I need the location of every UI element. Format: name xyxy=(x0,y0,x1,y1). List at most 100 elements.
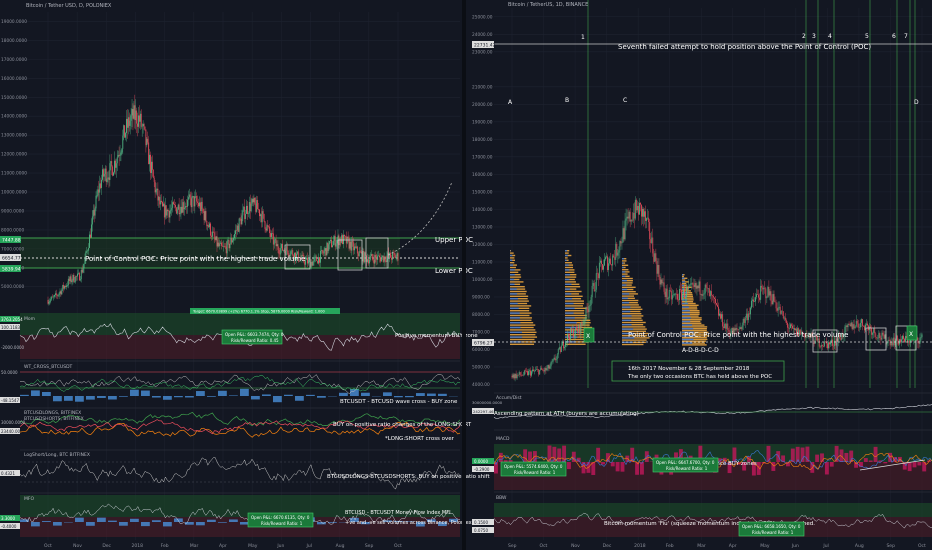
candle-body xyxy=(835,340,837,346)
candle-body xyxy=(759,297,761,300)
candle-body xyxy=(217,242,219,247)
volume-profile-bar xyxy=(682,274,684,276)
candle-body xyxy=(918,343,920,344)
candle-body xyxy=(324,248,326,251)
candle-body xyxy=(905,336,906,343)
log-badge-text: 0.4321 xyxy=(1,471,15,476)
candle-body xyxy=(879,333,881,338)
left-indicator-momentum[interactable]: Mom -2000.0000 Positive momentum BUY zon… xyxy=(0,308,478,359)
candle-body xyxy=(115,163,117,168)
candle-body xyxy=(587,309,589,313)
candle-body xyxy=(197,201,199,203)
candle-body xyxy=(159,196,161,205)
candle-body xyxy=(307,259,309,264)
candle-body xyxy=(64,286,66,289)
candle-body xyxy=(608,263,609,271)
volume-profile-bar xyxy=(682,338,694,341)
candle-body xyxy=(670,290,672,300)
candle-body xyxy=(780,310,782,314)
candle-body xyxy=(223,246,224,247)
histogram-bar xyxy=(31,522,40,527)
left-price-axis[interactable]: 19000.0000 18000.0000 17000.0000 16000.0000… xyxy=(1,19,27,290)
candle-body xyxy=(72,274,74,281)
candle-body xyxy=(127,117,129,128)
macd-rr-text-2: Risk/Reward Ratio: 1 xyxy=(666,466,708,471)
volume-profile-bar xyxy=(622,299,639,302)
bbw-red-zone xyxy=(494,517,932,537)
ad-tick: 30000000.0000 xyxy=(472,400,503,405)
candle-body xyxy=(591,285,593,298)
histogram-bar xyxy=(207,396,216,397)
candle-body xyxy=(283,250,284,251)
volume-profile-bar xyxy=(510,269,515,271)
histogram-bar xyxy=(97,396,106,398)
histogram-bar xyxy=(75,396,84,402)
candle-body xyxy=(664,291,666,298)
candle-body xyxy=(86,250,88,252)
candle-body xyxy=(204,211,206,221)
volume-profile-bar xyxy=(565,266,574,269)
volume-profile-bar xyxy=(622,339,647,341)
candle-body xyxy=(145,129,147,146)
candle-body xyxy=(316,256,318,262)
candle-body xyxy=(270,233,271,237)
candle-body xyxy=(199,202,200,207)
candle-body xyxy=(54,295,55,297)
price-tick-label: 10000.0000 xyxy=(1,190,27,196)
candle-body xyxy=(773,294,775,302)
wt-tick: 50.0000 xyxy=(1,370,18,375)
attempt-number: 1 xyxy=(581,34,585,41)
candle-body xyxy=(192,196,194,197)
candle-body xyxy=(266,225,268,231)
candle-body xyxy=(535,369,537,371)
candle-body xyxy=(235,230,237,231)
histogram-bar xyxy=(284,394,293,396)
candle-body xyxy=(208,225,210,228)
candle-body xyxy=(775,302,777,309)
price-tick-label: 20000.00 xyxy=(472,102,493,108)
candle-body xyxy=(200,201,202,211)
candle-body xyxy=(649,221,651,240)
histogram-bar xyxy=(53,522,62,526)
candle-body xyxy=(536,369,538,370)
histogram-bar xyxy=(922,462,927,472)
candle-body xyxy=(312,261,314,266)
candle-body xyxy=(641,204,642,217)
candle-body xyxy=(150,154,151,173)
histogram-bar xyxy=(317,396,326,398)
candle-body xyxy=(254,197,256,204)
histogram-bar xyxy=(824,462,829,475)
histogram-bar xyxy=(615,462,620,472)
left-indicator-mfo[interactable]: MFO BTCUSD - BTCUSDT Money Flow Index MF… xyxy=(0,492,494,537)
volume-profile-bar xyxy=(565,278,570,281)
candle-body xyxy=(629,211,631,222)
candle-body xyxy=(522,374,524,376)
candle-body xyxy=(272,233,274,245)
candle-body xyxy=(636,205,638,211)
candle-body xyxy=(175,204,176,208)
candle-body xyxy=(126,118,128,128)
candle-body xyxy=(66,285,68,286)
volume-profile-bar xyxy=(510,290,527,293)
volume-profile-bar xyxy=(622,317,642,319)
candle-body xyxy=(533,369,534,371)
candle-body xyxy=(575,327,577,335)
candle-body xyxy=(651,237,653,243)
volume-profile-bar xyxy=(565,259,567,261)
histogram-bar xyxy=(141,390,150,396)
candle-body xyxy=(726,323,728,329)
candle-body xyxy=(133,105,135,119)
volume-profile-bar xyxy=(565,269,570,271)
candle-body xyxy=(878,333,880,339)
candle-body xyxy=(252,199,254,203)
candle-body xyxy=(894,340,896,346)
candle-body xyxy=(813,342,815,344)
candle-body xyxy=(538,369,540,375)
candle-body xyxy=(743,318,745,323)
candle-body xyxy=(821,345,823,347)
candle-body xyxy=(322,252,324,254)
candle-body xyxy=(65,286,66,287)
panel-splitter[interactable] xyxy=(462,0,466,550)
candle-body xyxy=(555,359,557,361)
candle-body xyxy=(143,124,145,127)
